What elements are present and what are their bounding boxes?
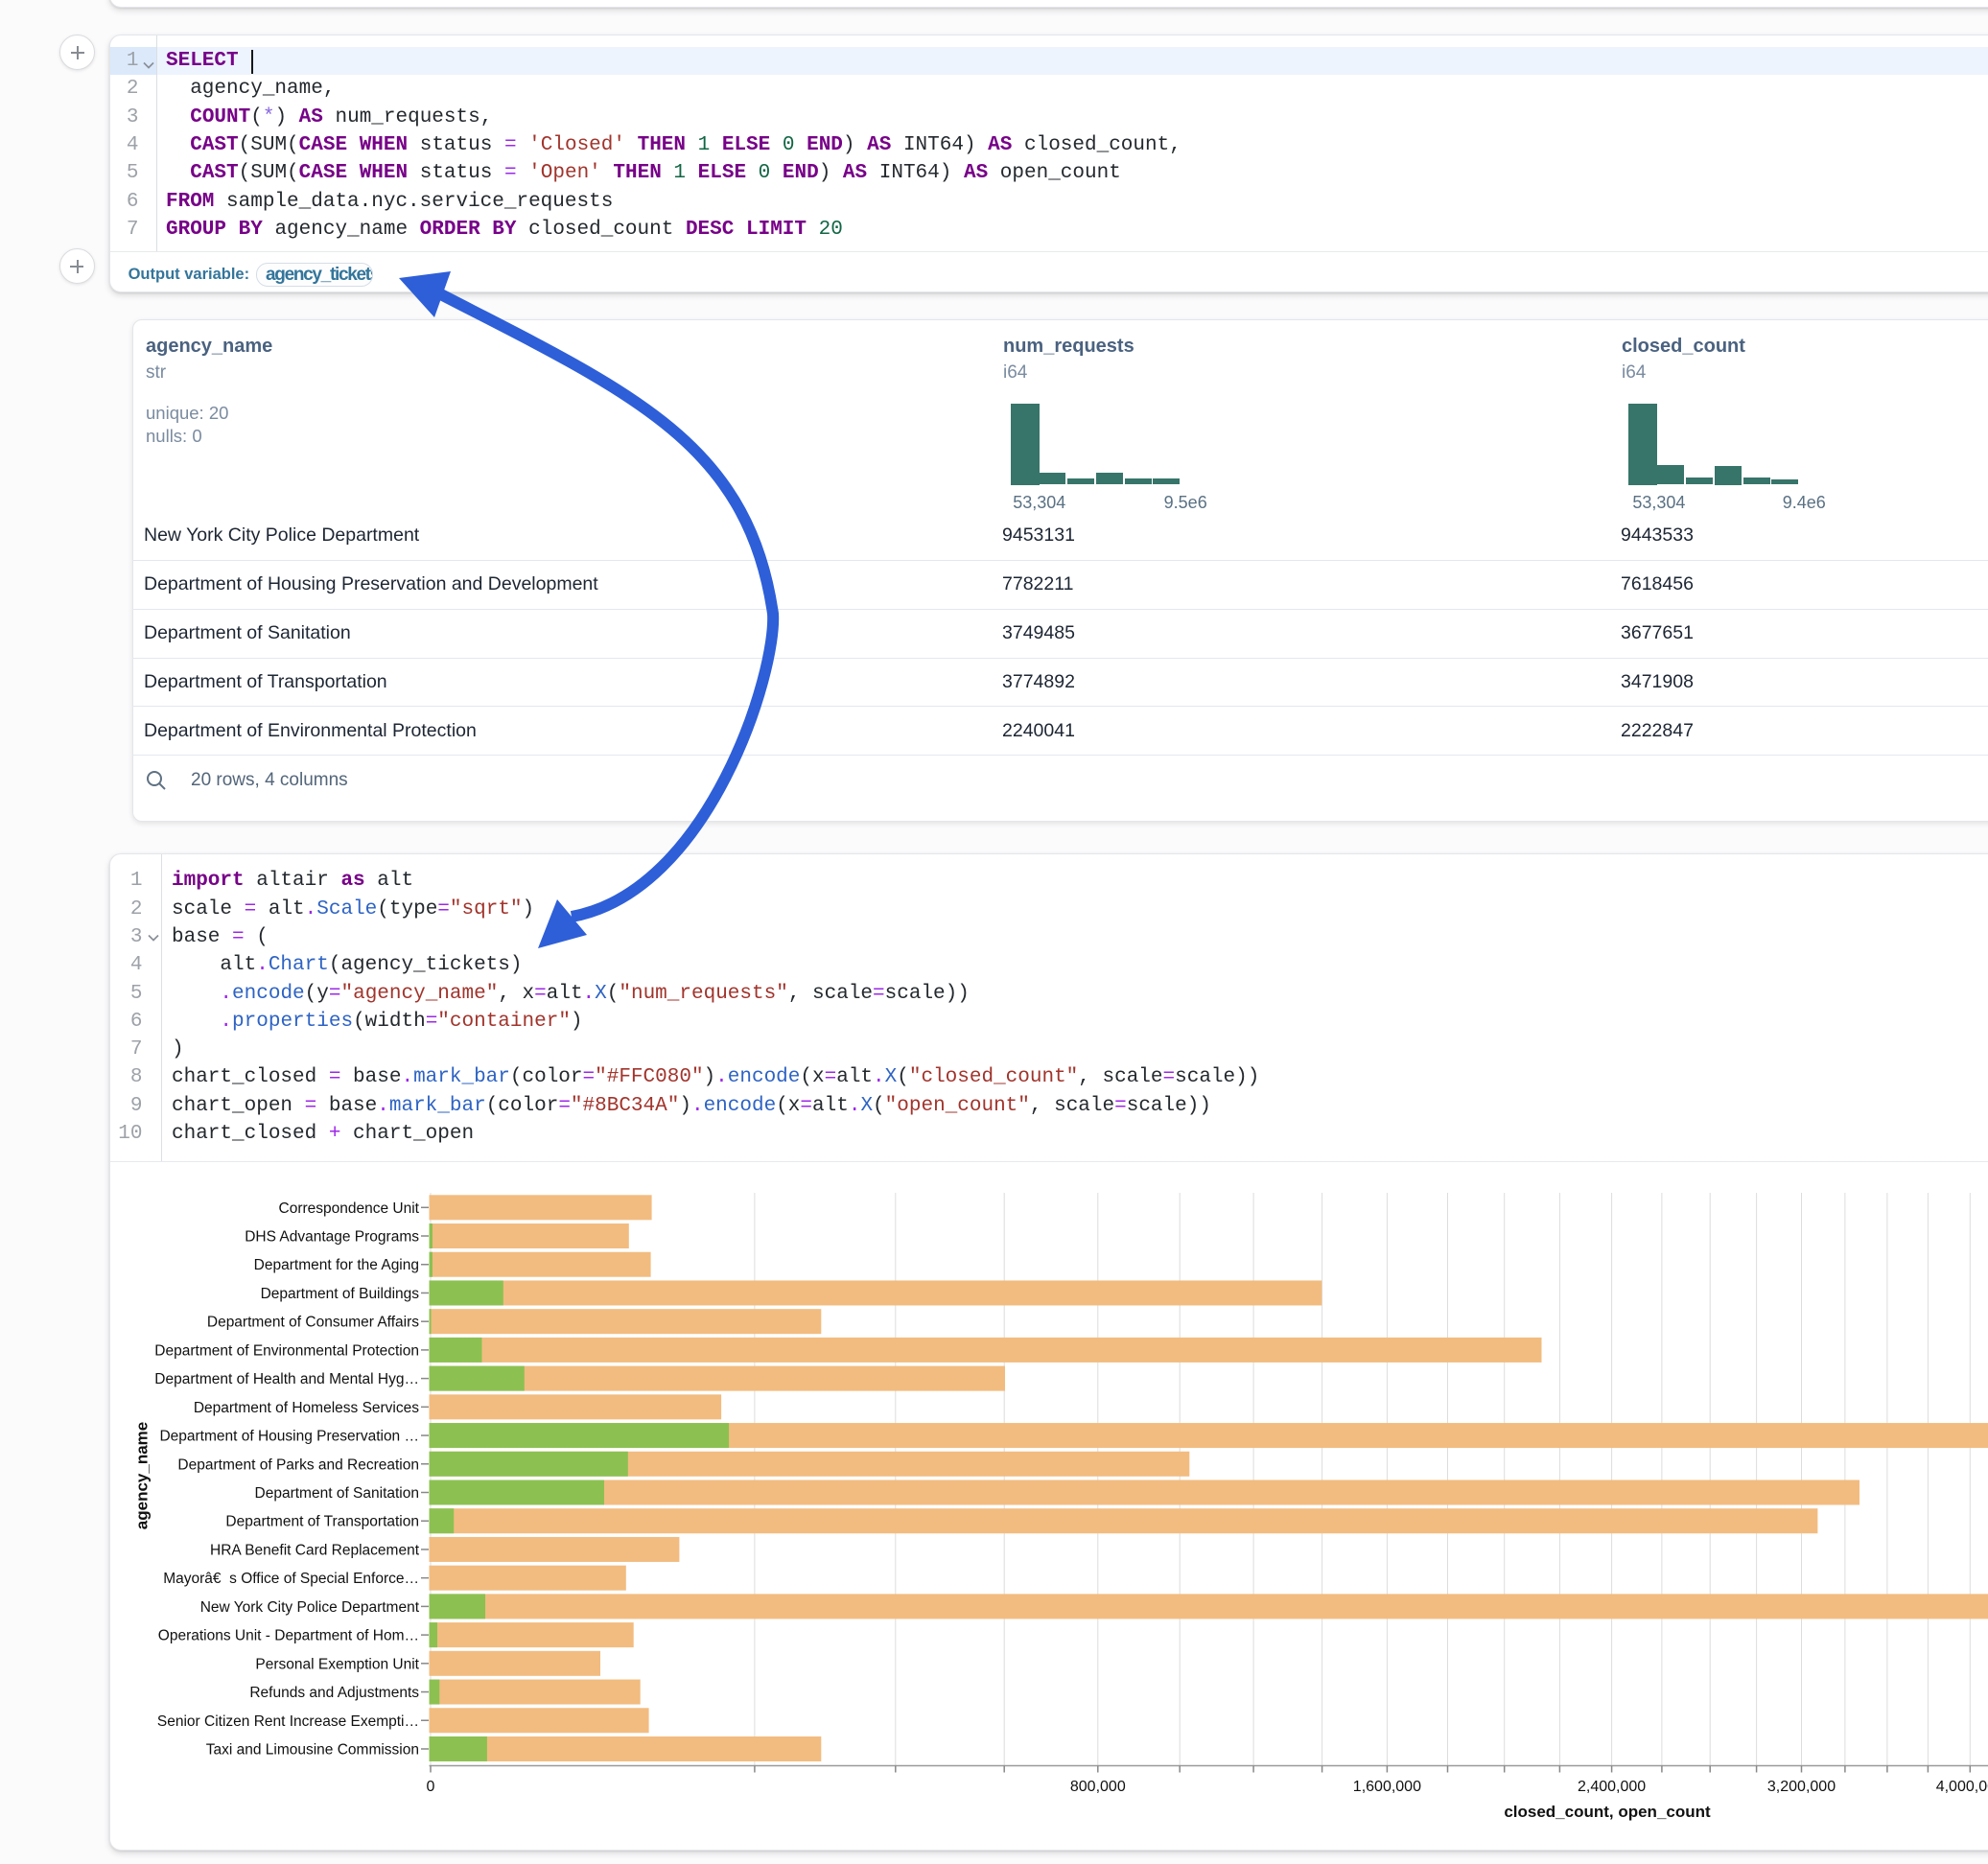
svg-text:Department of Sanitation: Department of Sanitation: [255, 1485, 419, 1502]
svg-text:Personal Exemption Unit: Personal Exemption Unit: [255, 1656, 419, 1672]
svg-text:Department of Health and Menta: Department of Health and Mental Hyg…: [154, 1371, 419, 1387]
svg-text:Department of Housing Preserva: Department of Housing Preservation …: [159, 1429, 419, 1445]
svg-text:Department of Transportation: Department of Transportation: [225, 1514, 419, 1530]
svg-text:Department of Environmental Pr: Department of Environmental Protection: [154, 1342, 419, 1359]
svg-text:800,000: 800,000: [1070, 1779, 1126, 1795]
svg-text:Department of Buildings: Department of Buildings: [261, 1286, 420, 1302]
svg-text:Department of Parks and Recrea: Department of Parks and Recreation: [177, 1456, 419, 1473]
svg-text:closed_count, open_count: closed_count, open_count: [1504, 1803, 1711, 1821]
svg-text:HRA Benefit Card Replacement: HRA Benefit Card Replacement: [210, 1542, 420, 1558]
svg-text:2,400,000: 2,400,000: [1578, 1779, 1646, 1795]
svg-text:Refunds and Adjustments: Refunds and Adjustments: [249, 1685, 419, 1701]
svg-text:Senior Citizen Rent Increase E: Senior Citizen Rent Increase Exempti…: [157, 1713, 419, 1730]
svg-text:0: 0: [427, 1779, 435, 1795]
svg-text:3,200,000: 3,200,000: [1767, 1779, 1836, 1795]
svg-text:Correspondence Unit: Correspondence Unit: [279, 1200, 420, 1217]
svg-text:Taxi and Limousine Commission: Taxi and Limousine Commission: [206, 1741, 419, 1758]
svg-text:Department for the Aging: Department for the Aging: [254, 1257, 419, 1273]
svg-text:New York City Police Departmen: New York City Police Department: [200, 1599, 420, 1616]
svg-text:Department of Homeless Service: Department of Homeless Services: [194, 1400, 419, 1416]
svg-text:DHS Advantage Programs: DHS Advantage Programs: [245, 1229, 419, 1246]
svg-text:Department of Consumer Affairs: Department of Consumer Affairs: [207, 1315, 419, 1331]
svg-text:Operations Unit - Department o: Operations Unit - Department of Hom…: [158, 1628, 419, 1644]
svg-text:4,000,000: 4,000,000: [1936, 1779, 1988, 1795]
svg-text:Mayorâ€ s Office of Special E: Mayorâ€ s Office of Special Enforce…: [163, 1571, 419, 1587]
svg-text:1,600,000: 1,600,000: [1353, 1779, 1421, 1795]
svg-text:agency_name: agency_name: [133, 1422, 152, 1529]
